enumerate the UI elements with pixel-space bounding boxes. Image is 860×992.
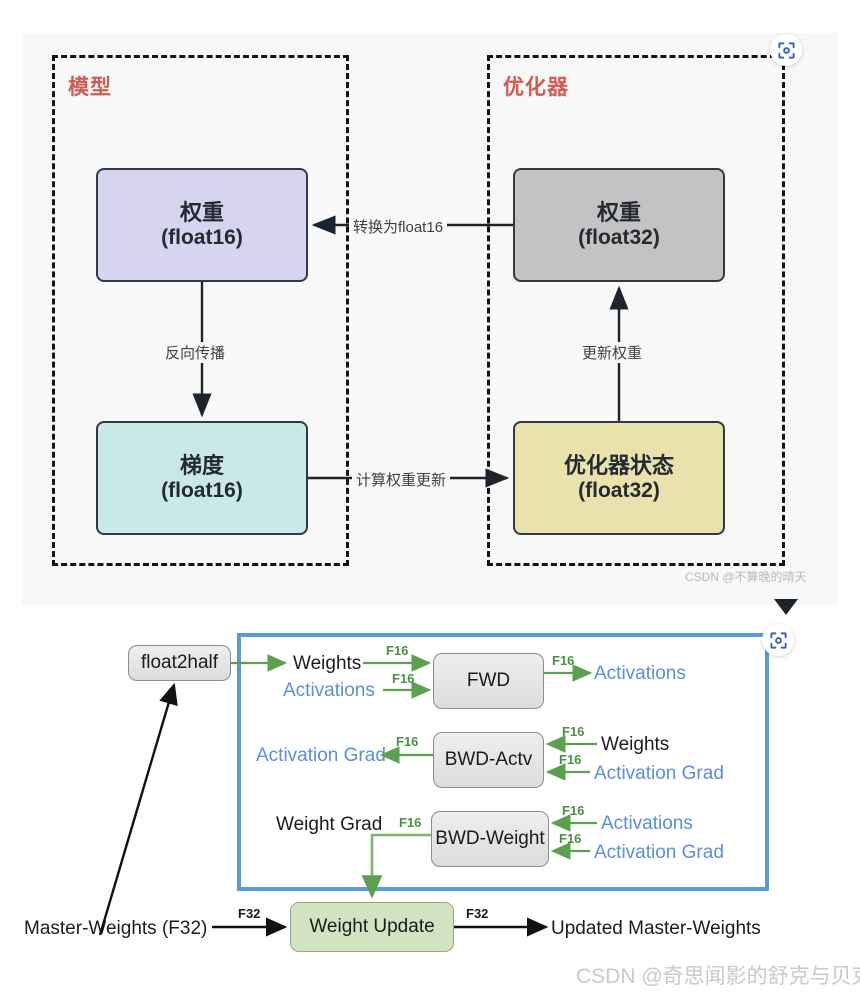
precision-label-bwdweight-actv: F16 — [562, 803, 585, 818]
scan-button-top[interactable] — [770, 34, 802, 66]
precision-label-fwd-weights: F16 — [386, 643, 409, 658]
scan-button-bottom[interactable] — [762, 624, 794, 656]
scan-icon — [769, 631, 787, 649]
precision-label-master-in: F32 — [238, 906, 261, 921]
mixed-precision-training-diagram: 模型 优化器 权重 (float16) 权重 (float32) 梯度 (flo… — [22, 33, 838, 605]
screenshot-root: 模型 优化器 权重 (float16) 权重 (float32) 梯度 (flo… — [0, 0, 860, 992]
edge-label-compute-update: 计算权重更新 — [352, 469, 451, 490]
precision-label-fwd-output: F16 — [552, 653, 575, 668]
bottom-figure-arrows — [98, 654, 597, 937]
precision-label-bwdactv-weights: F16 — [562, 724, 585, 739]
edge-label-backpropagation: 反向传播 — [161, 342, 230, 363]
edge-label-update-weights: 更新权重 — [578, 342, 647, 363]
amp-dataflow-diagram: float2half FWD BWD-Actv BWD-Weight Weigh… — [0, 605, 860, 992]
top-figure-arrows — [192, 215, 629, 488]
scan-icon — [777, 41, 795, 59]
precision-label-bwdweight-output: F16 — [399, 815, 422, 830]
precision-label-bwdactv-output: F16 — [396, 734, 419, 749]
edge-label-cast-to-float16: 转换为float16 — [349, 216, 448, 237]
precision-label-master-out: F32 — [466, 906, 489, 921]
precision-label-bwdactv-grad: F16 — [559, 752, 582, 767]
cursor-arrow-icon — [774, 599, 798, 615]
precision-label-fwd-activations: F16 — [392, 671, 415, 686]
precision-label-bwdweight-grad: F16 — [559, 831, 582, 846]
